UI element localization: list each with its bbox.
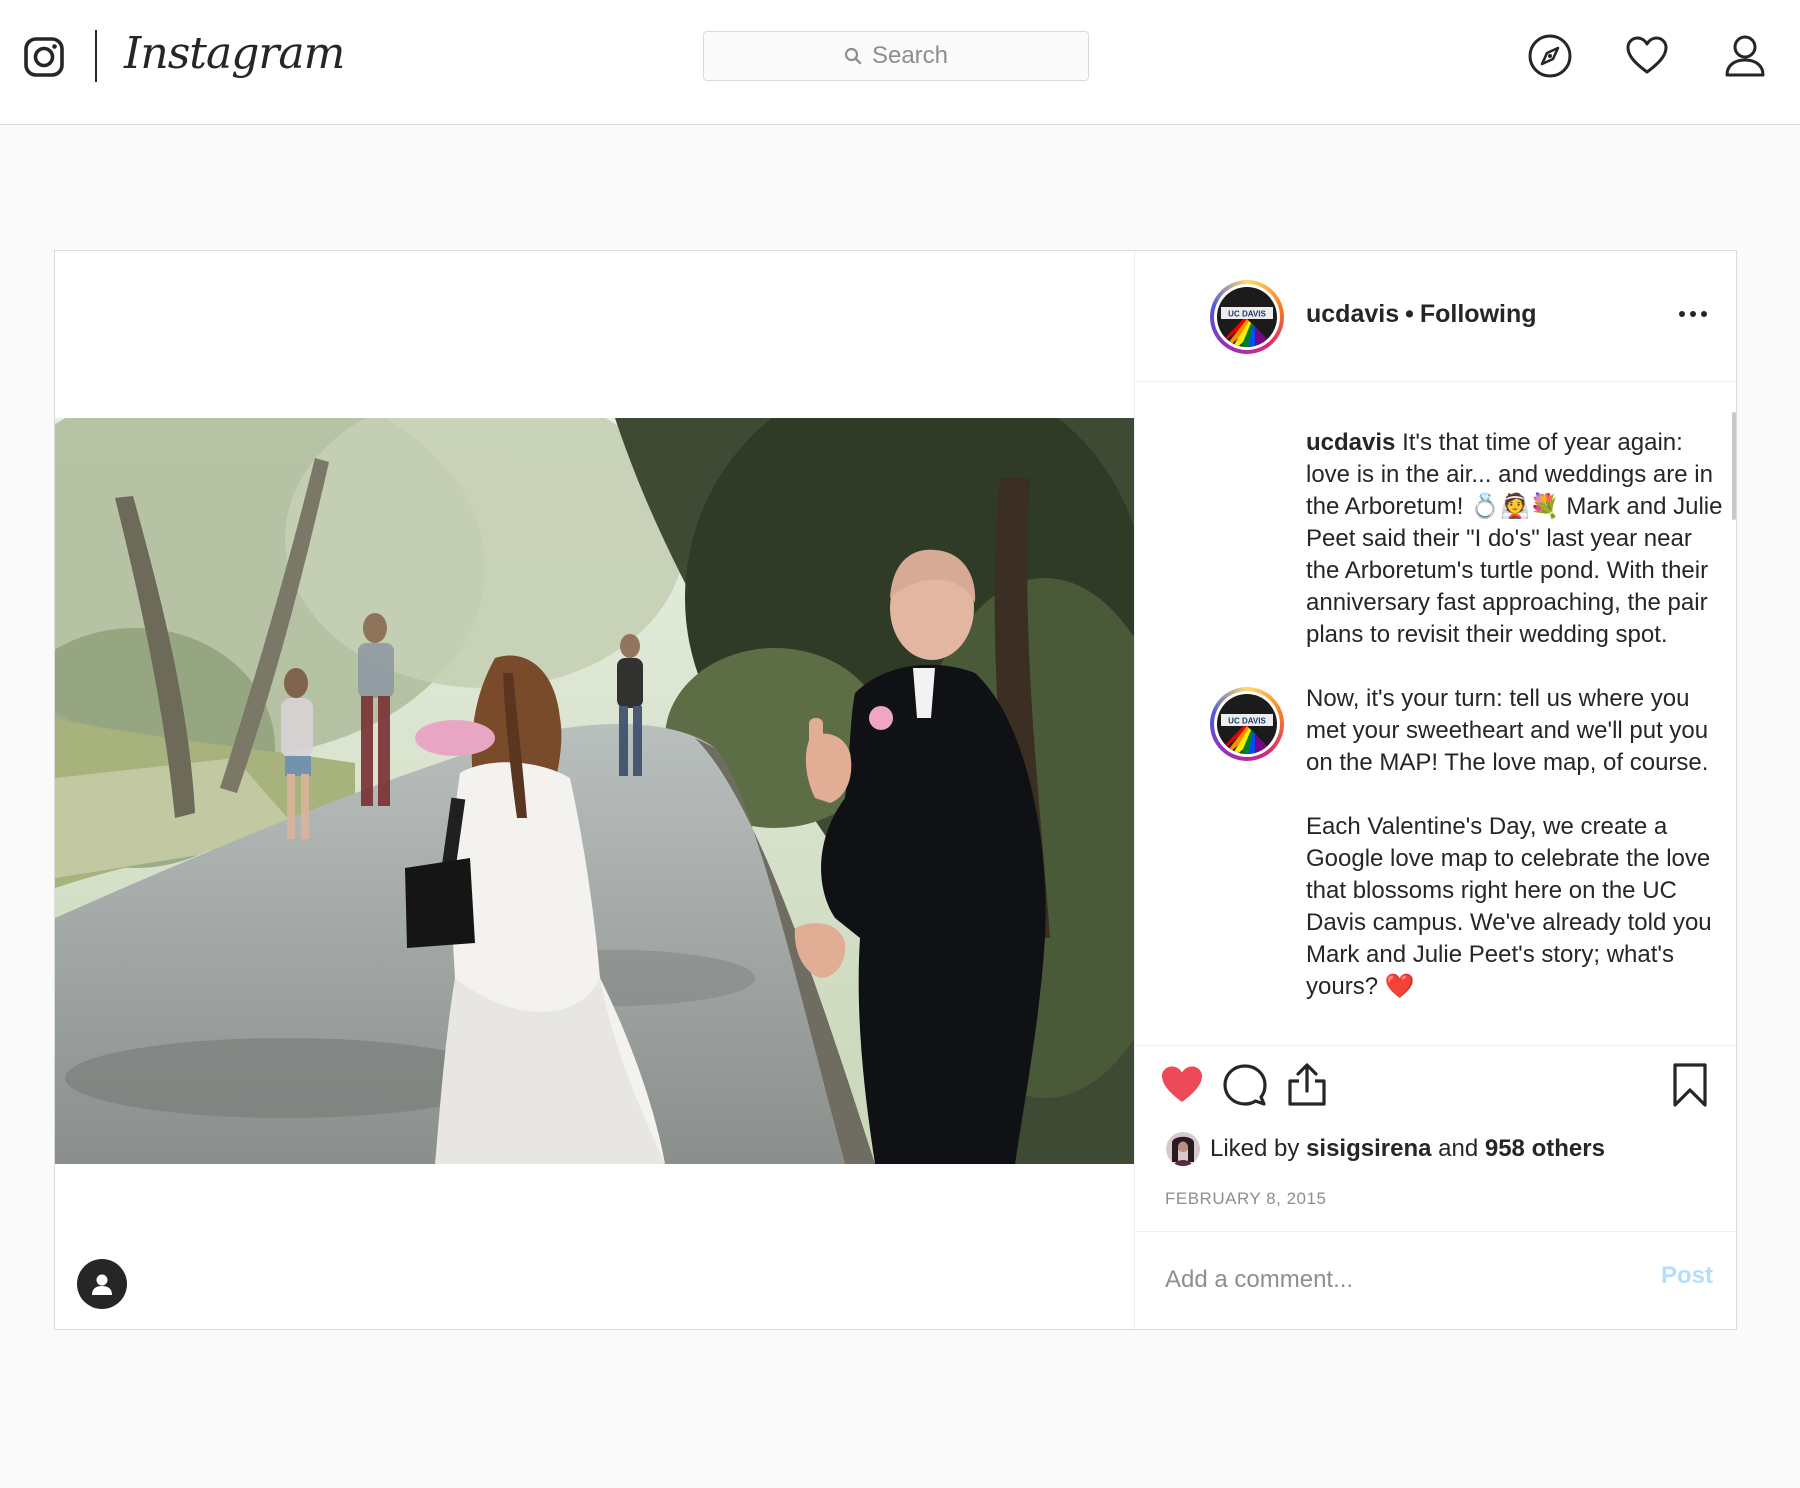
post-photo[interactable]: [55, 418, 1134, 1164]
post-caption: ucdavis It's that time of year again: lo…: [1306, 427, 1724, 1035]
comment-input[interactable]: [1165, 1260, 1645, 1300]
activity-heart-icon[interactable]: [1624, 33, 1670, 79]
ucdavis-logo-icon: UC DAVIS: [1217, 694, 1277, 754]
caption-paragraph-3: Each Valentine's Day, we create a Google…: [1306, 813, 1712, 1000]
user-tag-icon: [92, 1274, 112, 1295]
instagram-wordmark[interactable]: Instagram: [124, 24, 345, 84]
caption-username[interactable]: ucdavis: [1306, 429, 1395, 456]
caption-scrollbar[interactable]: [1732, 412, 1736, 520]
caption-paragraph-2: Now, it's your turn: tell us where you m…: [1306, 685, 1709, 776]
search-icon: [844, 47, 862, 65]
caption-text-1: It's that time of year again: love is in…: [1306, 429, 1723, 648]
ucdavis-logo-icon: UC DAVIS: [1217, 287, 1277, 347]
likes-conjunction: and: [1438, 1135, 1479, 1162]
share-icon[interactable]: [1283, 1061, 1331, 1109]
caption-scroll-area[interactable]: UC DAVIS ucdavis It's that time of year …: [1135, 382, 1738, 1046]
search-box[interactable]: Search: [703, 31, 1089, 81]
likes-prefix: Liked by: [1210, 1135, 1300, 1162]
post-actions: [1135, 1061, 1738, 1123]
ucdavis-avatar[interactable]: UC DAVIS: [1210, 280, 1284, 354]
comment-icon[interactable]: [1221, 1061, 1269, 1109]
post-header: UC DAVIS ucdavis • Following: [1135, 251, 1738, 382]
search-placeholder: Search: [871, 42, 949, 69]
wedding-photo-image: [55, 418, 1134, 1164]
avatar-badge-text: UC DAVIS: [1228, 717, 1266, 726]
liker-username[interactable]: sisigsirena: [1306, 1135, 1431, 1163]
post-comment-button[interactable]: Post: [1661, 1262, 1713, 1290]
post-date[interactable]: FEBRUARY 8, 2015: [1165, 1189, 1326, 1209]
explore-icon[interactable]: [1527, 33, 1573, 79]
photo-area: [55, 251, 1134, 1329]
save-bookmark-icon[interactable]: [1666, 1061, 1714, 1109]
profile-icon[interactable]: [1722, 33, 1768, 79]
more-dot-icon: [1701, 311, 1707, 317]
more-dot-icon: [1690, 311, 1696, 317]
comment-bar: Post: [1135, 1231, 1738, 1329]
nav-divider: [95, 30, 97, 82]
instagram-glyph-icon[interactable]: [24, 37, 64, 77]
liker-avatar[interactable]: [1166, 1132, 1200, 1166]
caption-paragraph-1: ucdavis It's that time of year again: lo…: [1306, 427, 1724, 651]
post-header-line: ucdavis • Following: [1306, 296, 1537, 332]
likes-others-link[interactable]: 958 others: [1485, 1135, 1605, 1163]
more-dot-icon: [1679, 311, 1685, 317]
post-username[interactable]: ucdavis: [1306, 300, 1399, 328]
more-options-button[interactable]: [1673, 294, 1713, 334]
caption-avatar[interactable]: UC DAVIS: [1210, 687, 1284, 761]
likes-summary: Liked by sisigsirena and 958 others: [1166, 1131, 1605, 1167]
top-nav: Instagram Search: [0, 0, 1800, 125]
following-button[interactable]: Following: [1420, 300, 1537, 328]
like-heart-icon[interactable]: [1158, 1061, 1206, 1109]
post-sidebar: UC DAVIS ucdavis • Following UC DAVIS uc…: [1134, 251, 1738, 1329]
header-separator: •: [1405, 300, 1414, 328]
tagged-users-button[interactable]: [77, 1259, 127, 1309]
avatar-badge-text: UC DAVIS: [1228, 310, 1266, 319]
post-card: UC DAVIS ucdavis • Following UC DAVIS uc…: [54, 250, 1738, 1330]
